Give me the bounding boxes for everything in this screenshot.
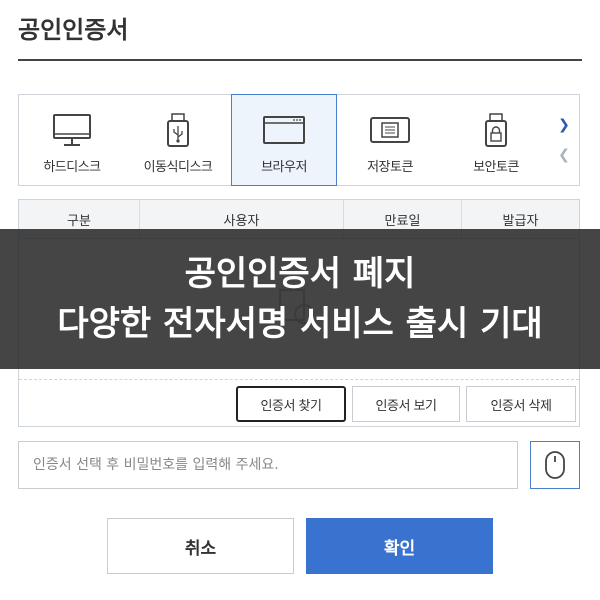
browser-window-icon <box>262 113 306 147</box>
headline-line-1: 공인인증서 폐지 <box>184 254 416 294</box>
view-certificate-button[interactable]: 인증서 보기 <box>352 386 460 422</box>
certificate-actions: 인증서 찾기 인증서 보기 인증서 삭제 <box>236 386 576 422</box>
storage-selector: 하드디스크 이동식디스크 브라우저 저장토큰 보안토큰 ❯ ❮ <box>18 94 580 186</box>
find-certificate-button[interactable]: 인증서 찾기 <box>236 386 346 422</box>
storage-item-label: 저장토큰 <box>367 160 413 175</box>
chevron-right-icon[interactable]: ❯ <box>558 118 570 132</box>
storage-item-harddisk[interactable]: 하드디스크 <box>19 95 125 185</box>
headline-line-2: 다양한 전자서명 서비스 출시 기대 <box>57 304 543 344</box>
storage-item-label: 이동식디스크 <box>143 160 213 175</box>
monitor-icon <box>50 113 94 147</box>
security-token-lock-icon <box>474 113 518 147</box>
chevron-left-icon[interactable]: ❮ <box>558 148 570 162</box>
storage-item-browser[interactable]: 브라우저 <box>231 94 337 186</box>
storage-item-removable-disk[interactable]: 이동식디스크 <box>125 95 231 185</box>
confirm-button[interactable]: 확인 <box>306 518 493 574</box>
storage-item-security-token[interactable]: 보안토큰 <box>443 95 549 185</box>
title-divider <box>18 59 582 61</box>
page-title: 공인인증서 <box>18 16 129 44</box>
password-input[interactable] <box>18 441 518 489</box>
storage-item-label: 보안토큰 <box>473 160 519 175</box>
headline-banner: 공인인증서 폐지 다양한 전자서명 서비스 출시 기대 <box>0 229 600 369</box>
storage-item-save-token[interactable]: 저장토큰 <box>337 95 443 185</box>
cancel-button[interactable]: 취소 <box>107 518 294 574</box>
storage-item-label: 하드디스크 <box>43 160 101 175</box>
storage-pager: ❯ ❮ <box>549 95 579 185</box>
usb-drive-icon <box>156 113 200 147</box>
storage-item-label: 브라우저 <box>261 160 307 175</box>
mouse-input-button[interactable] <box>530 441 580 489</box>
delete-certificate-button[interactable]: 인증서 삭제 <box>466 386 576 422</box>
token-chip-icon <box>368 113 412 147</box>
mouse-icon <box>545 451 565 479</box>
